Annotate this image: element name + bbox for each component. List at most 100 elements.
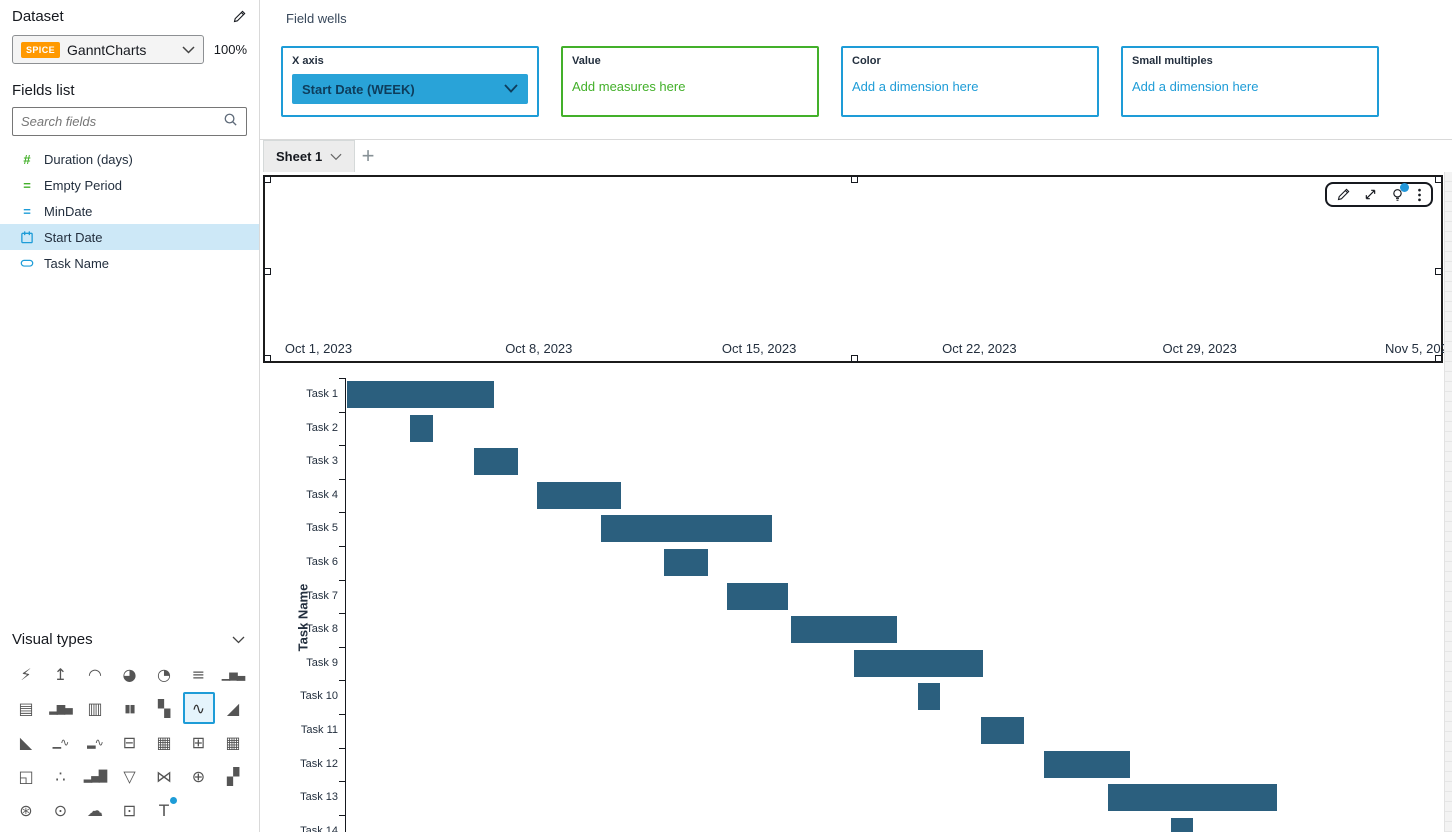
- gantt-bar-task-4[interactable]: [537, 482, 621, 509]
- gantt-bar-task-1[interactable]: [347, 381, 494, 408]
- visual-type-combo-bar-line-chart-icon[interactable]: ▁∿: [45, 726, 77, 758]
- y-axis-tick: [339, 445, 345, 446]
- field-well-value[interactable]: ValueAdd measures here: [561, 46, 819, 117]
- visual-type-horizontal-100-stacked-bar-chart-icon[interactable]: ▥: [79, 692, 111, 724]
- edit-dataset-icon[interactable]: [232, 9, 247, 24]
- canvas-scroll-gutter[interactable]: [1444, 172, 1452, 832]
- visual-type-filled-map-icon[interactable]: ▞: [217, 760, 249, 792]
- y-axis-tick: [339, 680, 345, 681]
- resize-handle[interactable]: [264, 176, 271, 183]
- chevron-down-icon[interactable]: [504, 80, 518, 98]
- gantt-bar-task-11[interactable]: [981, 717, 1024, 744]
- visual-type-vertical-100-stacked-bar-chart-icon[interactable]: ▮▮: [114, 692, 146, 724]
- visual-type-radar-chart-icon[interactable]: ⊛: [10, 794, 42, 826]
- maximize-visual-icon[interactable]: [1363, 187, 1378, 202]
- collapse-visual-types-icon[interactable]: [232, 636, 245, 644]
- visual-type-pivot-table-icon[interactable]: ⊞: [183, 726, 215, 758]
- zoom-level[interactable]: 100%: [214, 42, 247, 57]
- resize-handle[interactable]: [851, 355, 858, 362]
- gantt-bar-task-14[interactable]: [1171, 818, 1193, 832]
- resize-handle[interactable]: [264, 355, 271, 362]
- main-area: Field wells X axisStart Date (WEEK)Value…: [260, 0, 1452, 832]
- search-fields-input[interactable]: [21, 114, 217, 129]
- visual-type-custom-content-icon[interactable]: ⊡: [114, 794, 146, 826]
- field-item-task-name[interactable]: Task Name: [0, 250, 259, 276]
- gantt-bar-task-12[interactable]: [1044, 751, 1130, 778]
- field-item-start-date[interactable]: Start Date: [0, 224, 259, 250]
- dataset-label: Dataset: [12, 8, 64, 25]
- resize-handle[interactable]: [1435, 268, 1442, 275]
- well-placeholder-value[interactable]: Add measures here: [572, 79, 685, 94]
- field-item-duration-days[interactable]: #Duration (days): [0, 146, 259, 172]
- visual-type-horizontal-stacked-bar-chart-icon[interactable]: ▤: [10, 692, 42, 724]
- visual-type-table-icon[interactable]: ▦: [217, 726, 249, 758]
- fields-list-section: Fields list #Duration (days)=Empty Perio…: [0, 64, 259, 276]
- field-item-empty-period[interactable]: =Empty Period: [0, 172, 259, 198]
- gantt-bar-task-2[interactable]: [410, 415, 432, 442]
- visual-gantt-chart[interactable]: Task Name Task 1Task 2Task 3Task 4Task 5…: [263, 363, 1443, 832]
- field-item-label: Task Name: [44, 256, 109, 271]
- visual-empty-chart[interactable]: Oct 1, 2023Oct 8, 2023Oct 15, 2023Oct 22…: [263, 175, 1443, 363]
- gantt-bar-task-13[interactable]: [1108, 784, 1278, 811]
- visual-type-funnel-chart-icon[interactable]: ▽: [114, 760, 146, 792]
- gantt-bar-task-5[interactable]: [601, 515, 772, 542]
- visual-type-scatter-plot-icon[interactable]: ∴: [45, 760, 77, 792]
- gantt-bar-task-8[interactable]: [791, 616, 897, 643]
- visual-type-gauge-icon[interactable]: ◠: [79, 658, 111, 690]
- visual-type-sankey-diagram-icon[interactable]: ⋈: [148, 760, 180, 792]
- gantt-bar-task-9[interactable]: [854, 650, 982, 677]
- chevron-down-icon[interactable]: [330, 148, 342, 166]
- field-item-label: Empty Period: [44, 178, 122, 193]
- y-axis-tick: [339, 748, 345, 749]
- resize-handle[interactable]: [264, 268, 271, 275]
- well-placeholder-small-multiples[interactable]: Add a dimension here: [1132, 79, 1258, 94]
- gantt-bar-task-6[interactable]: [664, 549, 708, 576]
- field-item-label: MinDate: [44, 204, 92, 219]
- visual-type-area-line-chart-icon[interactable]: ◢: [217, 692, 249, 724]
- well-placeholder-color[interactable]: Add a dimension here: [852, 79, 978, 94]
- y-axis-category-label: Task 14: [263, 825, 338, 832]
- tab-sheet-1[interactable]: Sheet 1: [263, 140, 355, 172]
- resize-handle[interactable]: [851, 176, 858, 183]
- gantt-bar-task-3[interactable]: [474, 448, 518, 475]
- field-well-color[interactable]: ColorAdd a dimension here: [841, 46, 1099, 117]
- visual-type-word-cloud-icon[interactable]: ☁: [79, 794, 111, 826]
- field-pill-start-date-week[interactable]: Start Date (WEEK): [292, 74, 528, 104]
- visual-type-donut-chart-icon[interactable]: ◕: [114, 658, 146, 690]
- visual-menu-icon[interactable]: [1417, 187, 1422, 203]
- visual-type-waterfall-chart-icon[interactable]: ▚: [148, 692, 180, 724]
- resize-handle[interactable]: [1435, 176, 1442, 183]
- visual-type-line-chart-icon[interactable]: ∿: [183, 692, 215, 724]
- y-axis-category-label: Task 9: [263, 657, 338, 669]
- field-wells-bar: Field wells X axisStart Date (WEEK)Value…: [260, 0, 1452, 140]
- gantt-bar-task-7[interactable]: [727, 583, 787, 610]
- visual-type-tree-map-icon[interactable]: ◱: [10, 760, 42, 792]
- gantt-bar-task-10[interactable]: [918, 683, 940, 710]
- visual-type-combo-stacked-bar-line-chart-icon[interactable]: ▂∿: [79, 726, 111, 758]
- sheet-tab-label: Sheet 1: [276, 149, 322, 164]
- add-sheet-button[interactable]: +: [354, 142, 382, 170]
- visual-type-insights-icon[interactable]: ⊙: [45, 794, 77, 826]
- visual-type-histogram-icon[interactable]: ▂▄█: [79, 760, 111, 792]
- resize-handle[interactable]: [1435, 355, 1442, 362]
- visual-type-pie-chart-icon[interactable]: ◔: [148, 658, 180, 690]
- visual-type-stacked-area-chart-icon[interactable]: ◣: [10, 726, 42, 758]
- visual-type-box-plot-icon[interactable]: ⊟: [114, 726, 146, 758]
- x-axis-tick-label: Oct 8, 2023: [505, 341, 572, 356]
- visual-type-text-box-icon[interactable]: T: [148, 794, 180, 826]
- edit-visual-icon[interactable]: [1336, 187, 1351, 202]
- visual-type-horizontal-bar-chart-icon[interactable]: ≡: [183, 658, 215, 690]
- visual-type-points-on-map-icon[interactable]: ⊕: [183, 760, 215, 792]
- visual-type-autograph-icon[interactable]: ⚡: [10, 658, 42, 690]
- visual-type-vertical-stacked-bar-chart-icon[interactable]: ▂▆▄: [45, 692, 77, 724]
- field-well-x-axis[interactable]: X axisStart Date (WEEK): [281, 46, 539, 117]
- field-well-small-multiples[interactable]: Small multiplesAdd a dimension here: [1121, 46, 1379, 117]
- visual-type-vertical-bar-chart-icon[interactable]: ▁▅▃: [217, 658, 249, 690]
- x-axis-tick-label: Oct 22, 2023: [942, 341, 1016, 356]
- visual-type-kpi-icon[interactable]: ↥: [45, 658, 77, 690]
- quicksight-analysis-app: Dataset SPICE GanntCharts 100% Fields li…: [0, 0, 1452, 832]
- dataset-selector[interactable]: SPICE GanntCharts: [12, 35, 204, 64]
- insights-icon[interactable]: [1390, 187, 1405, 203]
- field-item-mindate[interactable]: =MinDate: [0, 198, 259, 224]
- visual-type-heat-map-icon[interactable]: ▦: [148, 726, 180, 758]
